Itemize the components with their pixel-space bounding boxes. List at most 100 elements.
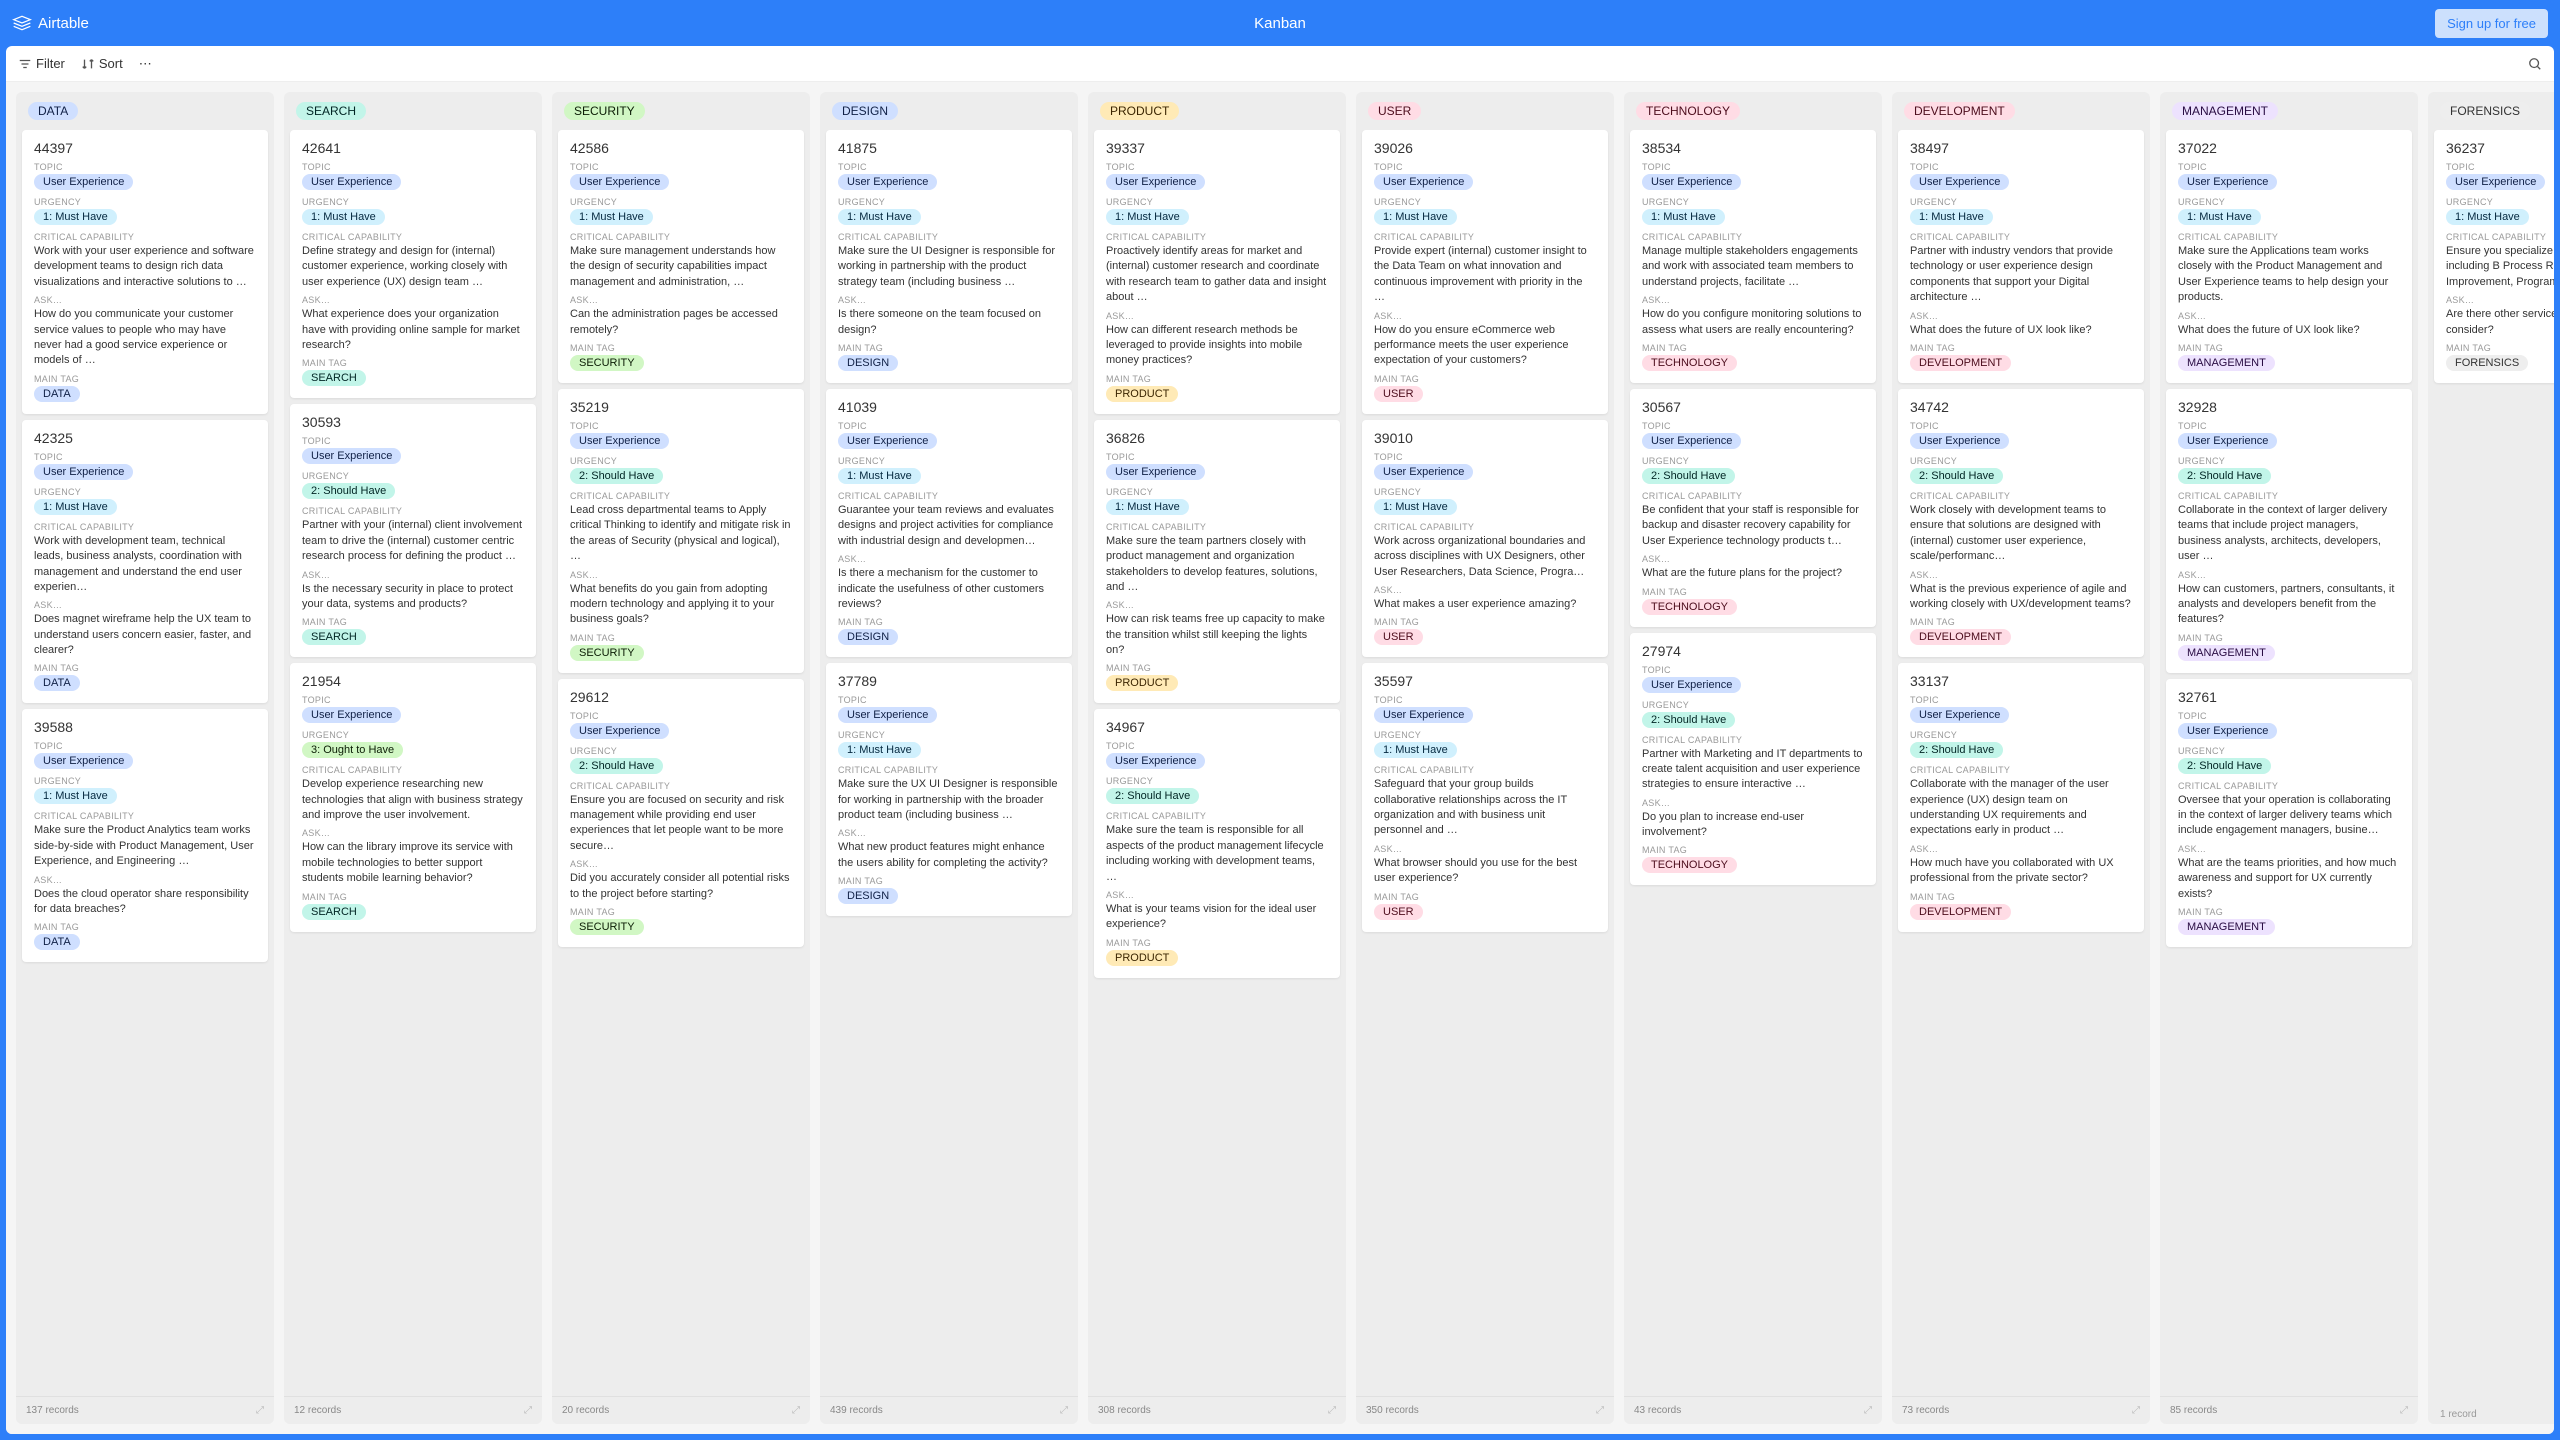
pill-maintag: MANAGEMENT — [2178, 919, 2275, 935]
sort-button[interactable]: Sort — [81, 56, 123, 71]
card-capability: Make sure the UX UI Designer is responsi… — [838, 777, 1060, 823]
label-maintag: MAIN TAG — [570, 907, 792, 917]
cards-list[interactable]: 41875 TOPIC User Experience URGENCY 1: M… — [820, 130, 1078, 1396]
card-ask: Is there a mechanism for the customer to… — [838, 566, 1060, 612]
expand-icon[interactable]: ⤢ — [524, 1405, 532, 1416]
card[interactable]: 41039 TOPIC User Experience URGENCY 1: M… — [826, 389, 1072, 657]
pill-maintag: PRODUCT — [1106, 386, 1178, 402]
filter-button[interactable]: Filter — [18, 56, 65, 71]
cards-list[interactable]: 38534 TOPIC User Experience URGENCY 1: M… — [1624, 130, 1882, 1396]
card[interactable]: 39010 TOPIC User Experience URGENCY 1: M… — [1362, 420, 1608, 658]
expand-icon[interactable]: ⤢ — [2132, 1405, 2140, 1416]
card[interactable]: 42325 TOPIC User Experience URGENCY 1: M… — [22, 420, 268, 704]
pill-topic: User Experience — [2178, 174, 2277, 190]
card-ask: What does the future of UX look like? — [2178, 323, 2400, 338]
cards-list[interactable]: 38497 TOPIC User Experience URGENCY 1: M… — [1892, 130, 2150, 1396]
card[interactable]: 37022 TOPIC User Experience URGENCY 1: M… — [2166, 130, 2412, 383]
pill-urgency: 1: Must Have — [34, 788, 117, 804]
pill-topic: User Experience — [34, 464, 133, 480]
expand-icon[interactable]: ⤢ — [2400, 1405, 2408, 1416]
card[interactable]: 39026 TOPIC User Experience URGENCY 1: M… — [1362, 130, 1608, 414]
card-id: 37022 — [2178, 140, 2400, 156]
card[interactable]: 35219 TOPIC User Experience URGENCY 2: S… — [558, 389, 804, 673]
label-maintag: MAIN TAG — [838, 343, 1060, 353]
cards-list[interactable]: 39337 TOPIC User Experience URGENCY 1: M… — [1088, 130, 1346, 1396]
label-maintag: MAIN TAG — [1106, 374, 1328, 384]
record-count: 20 records — [562, 1405, 609, 1416]
cards-list[interactable]: 44397 TOPIC User Experience URGENCY 1: M… — [16, 130, 274, 1396]
column-tag: SECURITY — [564, 102, 645, 120]
card[interactable]: 21954 TOPIC User Experience URGENCY 3: O… — [290, 663, 536, 931]
label-urgency: URGENCY — [1910, 456, 2132, 466]
label-topic: TOPIC — [2178, 421, 2400, 431]
card[interactable]: 39337 TOPIC User Experience URGENCY 1: M… — [1094, 130, 1340, 414]
label-critcap: CRITICAL CAPABILITY — [1642, 491, 1864, 501]
pill-topic: User Experience — [34, 753, 133, 769]
cards-list[interactable]: 42641 TOPIC User Experience URGENCY 1: M… — [284, 130, 542, 1396]
card[interactable]: 29612 TOPIC User Experience URGENCY 2: S… — [558, 679, 804, 947]
card[interactable]: 37789 TOPIC User Experience URGENCY 1: M… — [826, 663, 1072, 916]
pill-maintag: DEVELOPMENT — [1910, 629, 2011, 645]
card[interactable]: 32928 TOPIC User Experience URGENCY 2: S… — [2166, 389, 2412, 673]
cards-list[interactable]: 36237 TOPIC User Experience URGENCY 1: M… — [2428, 130, 2554, 1405]
cards-list[interactable]: 39026 TOPIC User Experience URGENCY 1: M… — [1356, 130, 1614, 1396]
card[interactable]: 44397 TOPIC User Experience URGENCY 1: M… — [22, 130, 268, 414]
card[interactable]: 35597 TOPIC User Experience URGENCY 1: M… — [1362, 663, 1608, 931]
signup-button[interactable]: Sign up for free — [2435, 9, 2548, 38]
expand-icon[interactable]: ⤢ — [1328, 1405, 1336, 1416]
card-ask: Can the administration pages be accessed… — [570, 307, 792, 338]
label-urgency: URGENCY — [1106, 776, 1328, 786]
label-ask: ASK… — [302, 570, 524, 580]
card[interactable]: 34742 TOPIC User Experience URGENCY 2: S… — [1898, 389, 2144, 657]
pill-topic: User Experience — [1910, 433, 2009, 449]
search-icon[interactable] — [2528, 57, 2542, 71]
expand-icon[interactable]: ⤢ — [1596, 1405, 1604, 1416]
more-button[interactable]: ⋯ — [139, 56, 152, 72]
label-urgency: URGENCY — [1642, 197, 1864, 207]
label-ask: ASK… — [1374, 844, 1596, 854]
kanban-board[interactable]: DATA 44397 TOPIC User Experience URGENCY… — [6, 82, 2554, 1434]
card[interactable]: 33137 TOPIC User Experience URGENCY 2: S… — [1898, 663, 2144, 931]
card-ask: How can risk teams free up capacity to m… — [1106, 612, 1328, 658]
card[interactable]: 39588 TOPIC User Experience URGENCY 1: M… — [22, 709, 268, 962]
card[interactable]: 41875 TOPIC User Experience URGENCY 1: M… — [826, 130, 1072, 383]
card[interactable]: 42641 TOPIC User Experience URGENCY 1: M… — [290, 130, 536, 398]
expand-icon[interactable]: ⤢ — [1060, 1405, 1068, 1416]
label-ask: ASK… — [570, 295, 792, 305]
column-data: DATA 44397 TOPIC User Experience URGENCY… — [16, 92, 274, 1424]
card[interactable]: 32761 TOPIC User Experience URGENCY 2: S… — [2166, 679, 2412, 947]
pill-maintag: DESIGN — [838, 888, 898, 904]
pill-topic: User Experience — [302, 707, 401, 723]
card-capability: Partner with industry vendors that provi… — [1910, 244, 2132, 306]
label-topic: TOPIC — [1910, 421, 2132, 431]
card-ask: What is your teams vision for the ideal … — [1106, 902, 1328, 933]
label-urgency: URGENCY — [1374, 197, 1596, 207]
pill-topic: User Experience — [2178, 433, 2277, 449]
card-ask: How do you configure monitoring solution… — [1642, 307, 1864, 338]
cards-list[interactable]: 37022 TOPIC User Experience URGENCY 1: M… — [2160, 130, 2418, 1396]
expand-icon[interactable]: ⤢ — [1864, 1405, 1872, 1416]
pill-topic: User Experience — [2446, 174, 2545, 190]
card[interactable]: 38534 TOPIC User Experience URGENCY 1: M… — [1630, 130, 1876, 383]
label-ask: ASK… — [1910, 570, 2132, 580]
card[interactable]: 27974 TOPIC User Experience URGENCY 2: S… — [1630, 633, 1876, 886]
cards-list[interactable]: 42586 TOPIC User Experience URGENCY 1: M… — [552, 130, 810, 1396]
card[interactable]: 38497 TOPIC User Experience URGENCY 1: M… — [1898, 130, 2144, 383]
expand-icon[interactable]: ⤢ — [256, 1405, 264, 1416]
column-tag: FORENSICS — [2440, 102, 2530, 120]
column-tag: USER — [1368, 102, 1421, 120]
pill-urgency: 1: Must Have — [1910, 209, 1993, 225]
card-id: 38534 — [1642, 140, 1864, 156]
expand-icon[interactable]: ⤢ — [792, 1405, 800, 1416]
label-urgency: URGENCY — [570, 197, 792, 207]
label-critcap: CRITICAL CAPABILITY — [2178, 232, 2400, 242]
card[interactable]: 34967 TOPIC User Experience URGENCY 2: S… — [1094, 709, 1340, 977]
card[interactable]: 30567 TOPIC User Experience URGENCY 2: S… — [1630, 389, 1876, 627]
card[interactable]: 42586 TOPIC User Experience URGENCY 1: M… — [558, 130, 804, 383]
card[interactable]: 36826 TOPIC User Experience URGENCY 1: M… — [1094, 420, 1340, 704]
label-critcap: CRITICAL CAPABILITY — [2446, 232, 2554, 242]
card[interactable]: 36237 TOPIC User Experience URGENCY 1: M… — [2434, 130, 2554, 383]
card-id: 36237 — [2446, 140, 2554, 156]
card[interactable]: 30593 TOPIC User Experience URGENCY 2: S… — [290, 404, 536, 657]
label-ask: ASK… — [2178, 311, 2400, 321]
